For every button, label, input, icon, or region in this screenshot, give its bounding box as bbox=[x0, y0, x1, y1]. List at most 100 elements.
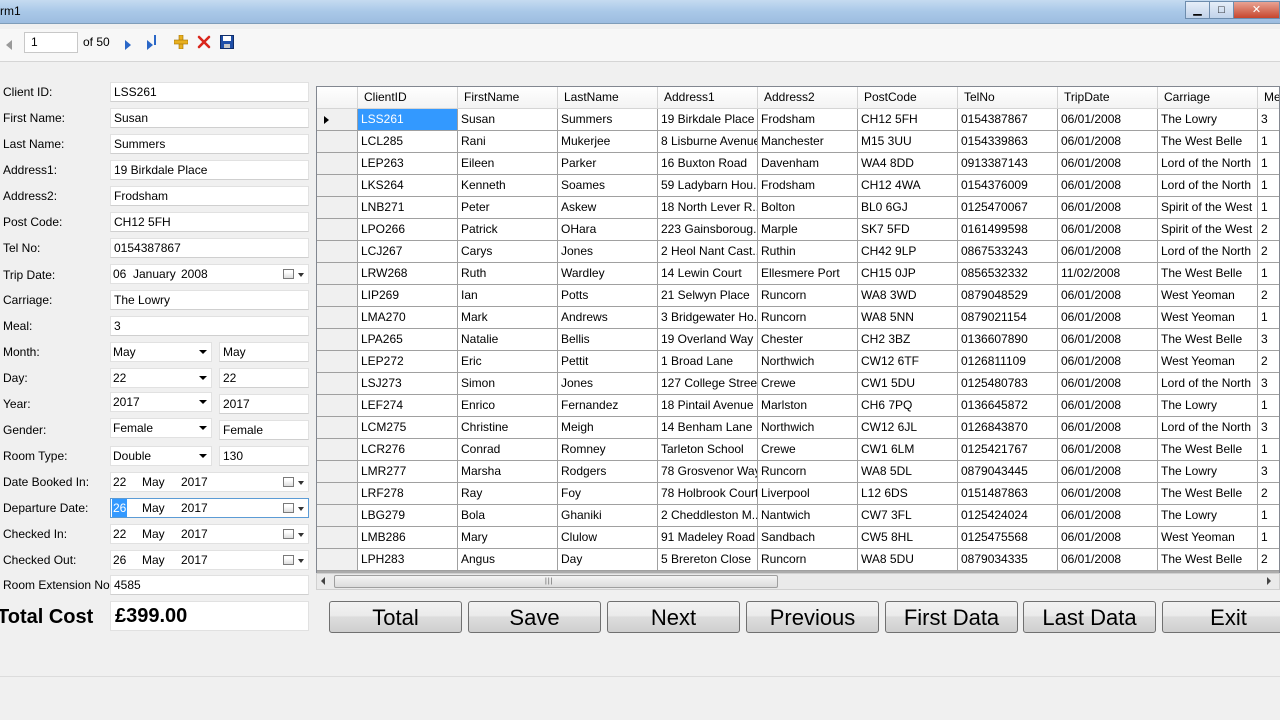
move-previous-icon[interactable] bbox=[6, 35, 12, 57]
table-cell[interactable]: 0125480783 bbox=[958, 373, 1058, 395]
table-cell[interactable]: 0856532332 bbox=[958, 263, 1058, 285]
table-cell[interactable]: 06/01/2008 bbox=[1058, 483, 1158, 505]
column-header[interactable]: TripDate bbox=[1058, 87, 1158, 109]
table-cell[interactable]: LBG279 bbox=[358, 505, 458, 527]
table-cell[interactable]: 0125475568 bbox=[958, 527, 1058, 549]
day-dropdown[interactable]: 22 bbox=[110, 368, 212, 388]
table-cell[interactable]: 2 bbox=[1258, 285, 1279, 307]
table-cell[interactable]: BL0 6GJ bbox=[858, 197, 958, 219]
table-cell[interactable]: 2 Heol Nant Cast... bbox=[658, 241, 758, 263]
row-header[interactable] bbox=[317, 109, 358, 131]
table-cell[interactable]: LIP269 bbox=[358, 285, 458, 307]
table-cell[interactable]: 1 bbox=[1258, 307, 1279, 329]
table-row[interactable]: LPO266 Patrick OHara 223 Gainsboroug... Marp… bbox=[317, 219, 1279, 241]
table-cell[interactable]: 0125424024 bbox=[958, 505, 1058, 527]
table-row[interactable]: LSS261 Susan Summers 19 Birkdale Place Frods… bbox=[317, 109, 1279, 131]
row-header[interactable] bbox=[317, 241, 358, 263]
table-cell[interactable]: 2 bbox=[1258, 241, 1279, 263]
table-cell[interactable]: 18 North Lever R... bbox=[658, 197, 758, 219]
table-cell[interactable]: 06/01/2008 bbox=[1058, 373, 1158, 395]
table-row[interactable]: LSJ273 Simon Jones 127 College Street Crewe C… bbox=[317, 373, 1279, 395]
table-cell[interactable]: 3 bbox=[1258, 461, 1279, 483]
table-cell[interactable]: LRW268 bbox=[358, 263, 458, 285]
table-cell[interactable]: LSJ273 bbox=[358, 373, 458, 395]
table-cell[interactable]: Crewe bbox=[758, 439, 858, 461]
table-cell[interactable]: LEP263 bbox=[358, 153, 458, 175]
table-cell[interactable]: 3 bbox=[1258, 417, 1279, 439]
table-row[interactable]: LCM275 Christine Meigh 14 Benham Lane Northw… bbox=[317, 417, 1279, 439]
meal-input[interactable]: 3 bbox=[110, 316, 309, 336]
table-cell[interactable]: Ruth bbox=[458, 263, 558, 285]
row-header[interactable] bbox=[317, 219, 358, 241]
table-cell[interactable]: LMR277 bbox=[358, 461, 458, 483]
table-cell[interactable]: LPO266 bbox=[358, 219, 458, 241]
table-cell[interactable]: Crewe bbox=[758, 373, 858, 395]
table-cell[interactable]: 2 bbox=[1258, 549, 1279, 571]
table-cell[interactable]: Runcorn bbox=[758, 307, 858, 329]
table-cell[interactable]: 19 Birkdale Place bbox=[658, 109, 758, 131]
table-cell[interactable]: 2 bbox=[1258, 219, 1279, 241]
scroll-left-icon[interactable] bbox=[321, 577, 325, 585]
move-next-icon[interactable] bbox=[125, 35, 131, 57]
table-cell[interactable]: WA8 3WD bbox=[858, 285, 958, 307]
table-cell[interactable]: 0136607890 bbox=[958, 329, 1058, 351]
table-cell[interactable]: Northwich bbox=[758, 417, 858, 439]
table-row[interactable]: LPH283 Angus Day 5 Brereton Close Runcorn WA8… bbox=[317, 549, 1279, 571]
table-row[interactable]: LRW268 Ruth Wardley 14 Lewin Court Ellesmere… bbox=[317, 263, 1279, 285]
scroll-thumb[interactable]: ||| bbox=[334, 575, 778, 588]
table-cell[interactable]: Bola bbox=[458, 505, 558, 527]
table-cell[interactable]: Carys bbox=[458, 241, 558, 263]
table-cell[interactable]: Wardley bbox=[558, 263, 658, 285]
table-cell[interactable]: CH2 3BZ bbox=[858, 329, 958, 351]
table-cell[interactable]: 1 bbox=[1258, 175, 1279, 197]
table-cell[interactable]: CW7 3FL bbox=[858, 505, 958, 527]
table-cell[interactable]: Northwich bbox=[758, 351, 858, 373]
table-cell[interactable]: 223 Gainsboroug... bbox=[658, 219, 758, 241]
table-cell[interactable]: LCL285 bbox=[358, 131, 458, 153]
table-cell[interactable]: West Yeoman bbox=[1158, 307, 1258, 329]
table-cell[interactable]: 91 Madeley Road bbox=[658, 527, 758, 549]
table-row[interactable]: LNB271 Peter Askew 18 North Lever R... Bolto… bbox=[317, 197, 1279, 219]
table-cell[interactable]: Lord of the North bbox=[1158, 373, 1258, 395]
table-row[interactable]: LCJ267 Carys Jones 2 Heol Nant Cast... Ruthi… bbox=[317, 241, 1279, 263]
table-cell[interactable]: 06/01/2008 bbox=[1058, 417, 1158, 439]
table-cell[interactable]: Eileen bbox=[458, 153, 558, 175]
table-cell[interactable]: WA8 5NN bbox=[858, 307, 958, 329]
table-row[interactable]: LBG279 Bola Ghaniki 2 Cheddleston M... Nantw… bbox=[317, 505, 1279, 527]
table-cell[interactable]: 3 bbox=[1258, 373, 1279, 395]
table-cell[interactable]: Lord of the North bbox=[1158, 153, 1258, 175]
table-cell[interactable]: WA8 5DL bbox=[858, 461, 958, 483]
maximize-button[interactable]: □ bbox=[1209, 1, 1234, 19]
table-cell[interactable]: Mukerjee bbox=[558, 131, 658, 153]
table-cell[interactable]: 0154376009 bbox=[958, 175, 1058, 197]
table-cell[interactable]: Parker bbox=[558, 153, 658, 175]
table-cell[interactable]: 0154387867 bbox=[958, 109, 1058, 131]
table-cell[interactable]: Mary bbox=[458, 527, 558, 549]
table-cell[interactable]: 1 bbox=[1258, 197, 1279, 219]
table-cell[interactable]: LCM275 bbox=[358, 417, 458, 439]
table-cell[interactable]: Natalie bbox=[458, 329, 558, 351]
month-dropdown[interactable]: May bbox=[110, 342, 212, 362]
row-header[interactable] bbox=[317, 505, 358, 527]
table-cell[interactable]: Lord of the North bbox=[1158, 175, 1258, 197]
first-data-button[interactable]: First Data bbox=[885, 601, 1018, 633]
previous-button[interactable]: Previous bbox=[746, 601, 879, 633]
table-cell[interactable]: Kenneth bbox=[458, 175, 558, 197]
table-cell[interactable]: 59 Ladybarn Hou... bbox=[658, 175, 758, 197]
room-type-dropdown[interactable]: Double bbox=[110, 446, 212, 466]
save-button[interactable]: Save bbox=[468, 601, 601, 633]
table-cell[interactable]: Fernandez bbox=[558, 395, 658, 417]
total-button[interactable]: Total bbox=[329, 601, 462, 633]
scroll-right-icon[interactable] bbox=[1267, 577, 1271, 585]
checked-in-picker[interactable]: 22 May 2017 bbox=[110, 524, 309, 544]
table-cell[interactable]: CW1 6LM bbox=[858, 439, 958, 461]
table-cell[interactable]: 06/01/2008 bbox=[1058, 197, 1158, 219]
table-cell[interactable]: 06/01/2008 bbox=[1058, 461, 1158, 483]
table-cell[interactable]: Conrad bbox=[458, 439, 558, 461]
exit-button[interactable]: Exit bbox=[1162, 601, 1280, 633]
table-cell[interactable]: 127 College Street bbox=[658, 373, 758, 395]
move-last-icon[interactable] bbox=[147, 35, 156, 57]
table-cell[interactable]: 18 Pintail Avenue bbox=[658, 395, 758, 417]
table-cell[interactable]: Simon bbox=[458, 373, 558, 395]
table-row[interactable]: LMR277 Marsha Rodgers 78 Grosvenor Way Runco… bbox=[317, 461, 1279, 483]
